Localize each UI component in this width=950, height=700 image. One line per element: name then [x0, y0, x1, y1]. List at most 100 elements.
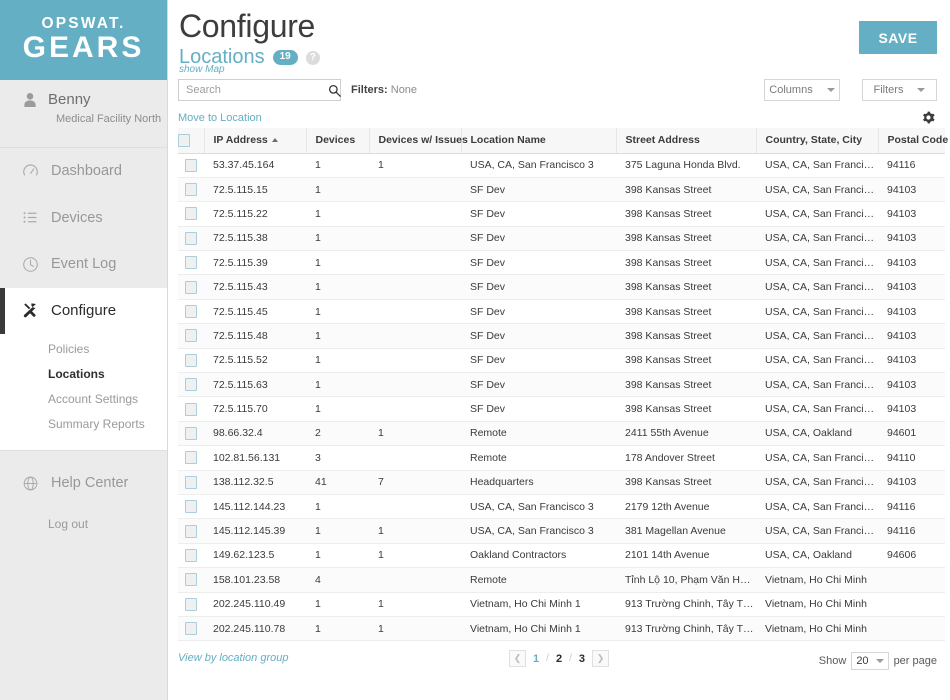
- row-select-cell[interactable]: [178, 518, 204, 544]
- pagination-next-button[interactable]: ❯: [591, 650, 609, 667]
- pagination-prev-button[interactable]: ❮: [509, 650, 527, 667]
- row-select-cell[interactable]: [178, 616, 204, 642]
- row-select-cell[interactable]: [178, 153, 204, 178]
- column-header-devices-with-issues[interactable]: Devices w/ Issues: [369, 128, 468, 154]
- row-checkbox[interactable]: [185, 329, 197, 343]
- table-row[interactable]: 145.112.144.23 1 USA, CA, San Francisco 32…: [178, 494, 945, 520]
- row-select-cell[interactable]: [178, 177, 204, 203]
- column-header-street-address[interactable]: Street Address: [616, 128, 757, 154]
- table-row[interactable]: 72.5.115.48 1 SF Dev 398 Kansas Street USA, …: [178, 323, 945, 349]
- row-checkbox[interactable]: [185, 573, 197, 587]
- row-select-cell[interactable]: [178, 250, 204, 276]
- row-checkbox[interactable]: [185, 475, 197, 489]
- show-map-link[interactable]: show Map: [179, 64, 225, 75]
- sidebar-item-event-log[interactable]: Event Log: [0, 241, 167, 288]
- help-icon[interactable]: ?: [305, 50, 320, 65]
- row-select-cell[interactable]: [178, 445, 204, 471]
- sidebar-subitem-locations[interactable]: Locations: [0, 361, 167, 386]
- table-row[interactable]: 53.37.45.164 1 1 USA, CA, San Francisco 3 37…: [178, 153, 945, 178]
- row-checkbox[interactable]: [185, 280, 197, 294]
- table-row[interactable]: 149.62.123.5 1 1 Oakland Contractors 2101 14…: [178, 543, 945, 569]
- table-row[interactable]: 72.5.115.38 1 SF Dev 398 Kansas Street USA, …: [178, 226, 945, 252]
- row-checkbox[interactable]: [185, 378, 197, 392]
- row-select-cell[interactable]: [178, 396, 204, 422]
- pagination-page-3[interactable]: 3: [579, 653, 585, 665]
- select-all-checkbox[interactable]: [178, 133, 190, 147]
- table-row[interactable]: 72.5.115.45 1 SF Dev 398 Kansas Street USA, …: [178, 299, 945, 325]
- column-header-country-state-city[interactable]: Country, State, City: [756, 128, 879, 154]
- table-row[interactable]: 72.5.115.39 1 SF Dev 398 Kansas Street USA, …: [178, 250, 945, 276]
- row-select-cell[interactable]: [178, 421, 204, 447]
- row-checkbox[interactable]: [185, 207, 197, 221]
- sidebar-subitem-summary-reports[interactable]: Summary Reports: [0, 411, 167, 436]
- pagination-page-1[interactable]: 1: [533, 653, 539, 665]
- row-checkbox[interactable]: [185, 451, 197, 465]
- row-select-cell[interactable]: [178, 226, 204, 252]
- row-select-cell[interactable]: [178, 323, 204, 349]
- row-select-cell[interactable]: [178, 543, 204, 569]
- row-select-cell[interactable]: [178, 372, 204, 398]
- row-checkbox[interactable]: [185, 597, 197, 611]
- search-box[interactable]: [178, 79, 341, 101]
- sidebar-item-help-center[interactable]: Help Center: [0, 460, 167, 507]
- filters-dropdown[interactable]: Filters: [862, 79, 937, 101]
- cell-devices-with-issues: [369, 445, 461, 471]
- row-select-cell[interactable]: [178, 299, 204, 325]
- sidebar-item-devices[interactable]: Devices: [0, 195, 167, 242]
- pagination-page-2[interactable]: 2: [556, 653, 562, 665]
- sidebar-item-dashboard[interactable]: Dashboard: [0, 148, 167, 195]
- row-checkbox[interactable]: [185, 524, 197, 538]
- column-header-devices[interactable]: Devices: [306, 128, 370, 154]
- row-select-cell[interactable]: [178, 592, 204, 617]
- sidebar-item-configure[interactable]: Configure: [0, 287, 167, 334]
- logout-link[interactable]: Log out: [0, 507, 167, 541]
- columns-dropdown[interactable]: Columns: [764, 79, 840, 101]
- column-header-postal-code[interactable]: Postal Code: [878, 128, 948, 154]
- table-row[interactable]: 72.5.115.15 1 SF Dev 398 Kansas Street USA, …: [178, 177, 945, 203]
- row-checkbox[interactable]: [185, 622, 197, 636]
- table-row[interactable]: 145.112.145.39 1 1 USA, CA, San Francisco 3…: [178, 518, 945, 544]
- save-button[interactable]: SAVE: [859, 21, 937, 54]
- search-input[interactable]: [186, 84, 328, 96]
- table-row[interactable]: 72.5.115.43 1 SF Dev 398 Kansas Street USA, …: [178, 274, 945, 300]
- row-checkbox[interactable]: [185, 183, 197, 197]
- column-header-location-name[interactable]: Location Name: [461, 128, 617, 154]
- row-select-cell[interactable]: [178, 567, 204, 593]
- search-icon[interactable]: [328, 84, 341, 97]
- row-checkbox[interactable]: [185, 353, 197, 367]
- row-checkbox[interactable]: [185, 548, 197, 562]
- sidebar-subitem-account-settings[interactable]: Account Settings: [0, 386, 167, 411]
- rows-per-page-value: 20: [856, 655, 869, 667]
- row-select-cell[interactable]: [178, 470, 204, 495]
- row-checkbox[interactable]: [185, 256, 197, 270]
- move-to-location-link[interactable]: Move to Location: [178, 112, 262, 124]
- row-select-cell[interactable]: [178, 494, 204, 520]
- sidebar-subitem-policies[interactable]: Policies: [0, 336, 167, 361]
- row-select-cell[interactable]: [178, 201, 204, 227]
- table-row[interactable]: 158.101.23.58 4 Remote Tỉnh Lộ 10, Phạm Văn…: [178, 567, 945, 593]
- row-select-cell[interactable]: [178, 348, 204, 374]
- select-all-header[interactable]: [178, 128, 205, 154]
- cell-devices: 1: [306, 372, 369, 398]
- table-row[interactable]: 72.5.115.52 1 SF Dev 398 Kansas Street USA, …: [178, 348, 945, 374]
- table-row[interactable]: 102.81.56.131 3 Remote 178 Andover Street US…: [178, 445, 945, 471]
- table-row[interactable]: 72.5.115.63 1 SF Dev 398 Kansas Street USA, …: [178, 372, 945, 398]
- table-row[interactable]: 72.5.115.70 1 SF Dev 398 Kansas Street USA, …: [178, 396, 945, 422]
- row-checkbox[interactable]: [185, 305, 197, 319]
- rows-per-page-select[interactable]: 20: [851, 652, 889, 670]
- row-checkbox[interactable]: [185, 231, 197, 245]
- table-row[interactable]: 98.66.32.4 2 1 Remote 2411 55th Avenue USA, C…: [178, 421, 945, 447]
- table-row[interactable]: 72.5.115.22 1 SF Dev 398 Kansas Street USA, …: [178, 201, 945, 227]
- table-row[interactable]: 202.245.110.78 1 1 Vietnam, Ho Chi Minh 1 91…: [178, 616, 945, 642]
- table-row[interactable]: 138.112.32.5 41 7 Headquarters 398 Kansas St…: [178, 470, 945, 495]
- row-checkbox[interactable]: [185, 402, 197, 416]
- row-checkbox[interactable]: [185, 500, 197, 514]
- user-block[interactable]: Benny Medical Facility North: [0, 80, 167, 148]
- row-select-cell[interactable]: [178, 274, 204, 300]
- gear-icon[interactable]: [922, 111, 935, 124]
- brand-logo[interactable]: OPSWAT. GEARS: [0, 0, 167, 80]
- table-row[interactable]: 202.245.110.49 1 1 Vietnam, Ho Chi Minh 1 91…: [178, 592, 945, 617]
- row-checkbox[interactable]: [185, 426, 197, 440]
- row-checkbox[interactable]: [185, 158, 197, 172]
- column-header-ip-address[interactable]: IP Address: [204, 128, 307, 154]
